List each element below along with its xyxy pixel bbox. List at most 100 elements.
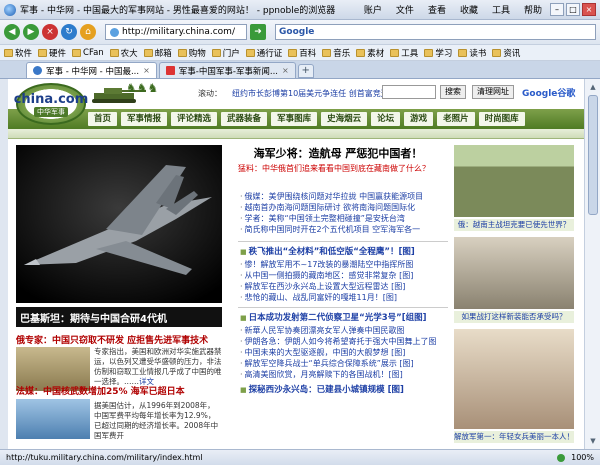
home-icon[interactable]: ⌂	[80, 24, 96, 40]
bookmark-folder[interactable]: CFan	[72, 48, 104, 58]
scroll-up-icon[interactable]: ▲	[587, 81, 599, 93]
news-list-1: 俄媒：美伊围绕核问题对华拉拢 中国赢获能源项目 越南首办南海问题国际研讨 欲将南…	[240, 191, 450, 235]
new-tab-icon[interactable]: +	[297, 64, 314, 78]
nav-history[interactable]: 史海烟云	[321, 112, 368, 126]
nav-games[interactable]: 游戏	[404, 112, 434, 126]
soldiers-photo[interactable]	[454, 237, 574, 309]
missile-thumbnail[interactable]	[16, 399, 90, 439]
tank-photo[interactable]	[454, 145, 574, 217]
section-headline-2[interactable]: 日本成功发射第二代侦察卫星“光学3号”[组图]	[240, 311, 427, 323]
ticker-link[interactable]: 纽约市长彭博第10届美元争连任 创首富竞选纪录	[232, 88, 405, 99]
search-input[interactable]: Google	[275, 24, 596, 40]
nav-forum[interactable]: 论坛	[371, 112, 401, 126]
right-caption-3[interactable]: 解放军第一：年轻女兵美丽一本人！	[454, 431, 574, 443]
folder-icon	[72, 48, 82, 57]
tab-close-icon[interactable]: ×	[282, 66, 289, 75]
forward-icon[interactable]: ▶	[23, 24, 39, 40]
main-subhead[interactable]: 猛料：中华俄首们追来看看中国到底在藏南做了什么？	[238, 163, 430, 174]
google-logo[interactable]: Google谷歌	[522, 86, 575, 99]
female-soldiers-photo[interactable]	[454, 329, 574, 429]
menu-help[interactable]: 帮助	[524, 3, 542, 16]
left-headline-1[interactable]: 俄专家：中国只窃取不研发 应拒售先进军事技术	[16, 333, 222, 346]
tab-military-news[interactable]: 军事-中国军事-军事新闻... ×	[158, 62, 296, 78]
folder-icon	[322, 48, 332, 57]
tab-strip: 军事 - 中华网 - 中国最... × 军事-中国军事-军事新闻... × +	[0, 61, 600, 79]
site-web-button[interactable]: 清理网址	[472, 85, 514, 99]
section-headline-3[interactable]: 探秘西沙永兴岛：已建县小城镇规模 [图]	[240, 383, 404, 395]
menu-favorites[interactable]: 收藏	[460, 3, 478, 16]
list-item[interactable]: 解放军在西沙永兴岛上设置大型远程雷达 [图]	[240, 281, 450, 292]
list-item[interactable]: 中国未来的大型驱逐舰，中国的大舰梦想 [图]	[240, 347, 450, 358]
bookmark-folder[interactable]: 门户	[211, 47, 240, 59]
nav-home[interactable]: 首页	[88, 112, 118, 126]
feature-caption[interactable]: 巴基斯坦：期待与中国合研4代机	[16, 307, 222, 327]
vertical-scrollbar[interactable]: ▲ ▼	[584, 79, 600, 449]
site-logo[interactable]: china.com 中华军事	[14, 83, 88, 125]
bookmark-folder[interactable]: 学习	[424, 47, 452, 59]
site-search-button[interactable]: 搜索	[440, 85, 466, 99]
go-icon[interactable]: ➜	[250, 24, 266, 40]
section-headline-1[interactable]: 秩飞推出“全材料”和低空版“全程鹰”！[图]	[240, 245, 415, 257]
bookmark-folder[interactable]: 素材	[356, 47, 384, 59]
tab-military-china[interactable]: 军事 - 中华网 - 中国最... ×	[26, 62, 157, 78]
list-item[interactable]: 简氏称中国同时开在2个五代机项目 空军海军各一	[240, 224, 450, 235]
site-search-input[interactable]	[382, 85, 436, 99]
fighter-jet-icon	[16, 145, 222, 303]
feature-image[interactable]	[16, 145, 222, 303]
list-item[interactable]: 新華人民军协奏团漂亮女军人弹奏中国民歌图	[240, 325, 450, 336]
soldiers-icon: ♞♞♞	[126, 81, 159, 95]
zoom-level[interactable]: 100%	[571, 453, 594, 462]
list-item[interactable]: 高清美图欣赏，月亮解赎下的各国战机！[图]	[240, 369, 450, 380]
scroll-down-icon[interactable]: ▼	[587, 435, 599, 447]
list-item[interactable]: 伊朗各急：伊朗人如今将希望寄托于强大中国舞上了图	[240, 336, 450, 347]
connection-icon	[557, 453, 566, 462]
nav-comments[interactable]: 评论精选	[171, 112, 218, 126]
bookmark-folder[interactable]: 工具	[390, 47, 418, 59]
bookmark-folder[interactable]: 音乐	[322, 47, 350, 59]
left-headline-2[interactable]: 法媒：中国核武数增加25% 海军已超日本	[16, 384, 222, 397]
refresh-icon[interactable]: ↻	[61, 24, 77, 40]
scroll-thumb[interactable]	[588, 95, 598, 215]
folder-icon	[492, 48, 502, 57]
tab-close-icon[interactable]: ×	[143, 66, 150, 75]
list-item[interactable]: 解放军空降兵战士“单兵综合保障系统”展示 [图]	[240, 358, 450, 369]
bookmark-folder[interactable]: 农大	[109, 47, 138, 59]
list-item[interactable]: 悲怆的藏山、战乱同富奸的嘎堆11月！[图]	[240, 292, 450, 303]
bookmark-folder[interactable]: 读书	[458, 47, 486, 59]
address-input[interactable]	[105, 24, 247, 40]
nav-gallery[interactable]: 军事图库	[271, 112, 318, 126]
main-headline[interactable]: 海军少将：造航母 严惩犯中国者！	[230, 145, 446, 161]
bookmark-folder[interactable]: 邮箱	[143, 47, 172, 59]
bookmarks-bar: 软件 硬件 CFan 农大 邮箱 购物 门户 通行证 百科 音乐 素材 工具 学…	[0, 44, 600, 61]
list-item[interactable]: 越南首办南海问题国际研讨 欲将南海问题国际化	[240, 202, 450, 213]
bookmark-folder[interactable]: 资讯	[492, 47, 520, 59]
right-caption-2[interactable]: 如果战打这样新装能否承受吗？	[454, 311, 574, 323]
window-controls: – □ ×	[550, 3, 596, 16]
menu-file[interactable]: 文件	[396, 3, 414, 16]
bookmark-folder[interactable]: 百科	[288, 47, 316, 59]
divider	[238, 241, 448, 242]
nav-intel[interactable]: 军事情报	[121, 112, 168, 126]
bookmark-folder[interactable]: 硬件	[38, 47, 66, 59]
bookmark-folder[interactable]: 购物	[177, 47, 206, 59]
bookmark-folder[interactable]: 通行证	[245, 47, 282, 59]
bookmark-folder[interactable]: 软件	[4, 47, 32, 59]
menu-account[interactable]: 账户	[364, 3, 382, 16]
menu-tools[interactable]: 工具	[492, 3, 510, 16]
stop-icon[interactable]: ×	[42, 24, 58, 40]
list-item[interactable]: 惨！解放军用不~17改装的暴潮陆空中指挥所图	[240, 259, 450, 270]
right-caption-1[interactable]: 俄：越南主战坦克要已使先世界？	[454, 219, 574, 231]
menu-view[interactable]: 查看	[428, 3, 446, 16]
favicon-icon	[33, 66, 42, 75]
list-item[interactable]: 学者：美称“中国领土完整相碰撞”是安抚台湾	[240, 213, 450, 224]
news-list-2: 惨！解放军用不~17改装的暴潮陆空中指挥所图 从中国一侧拍摄的藏南地区：感觉非常…	[240, 259, 450, 303]
nav-fashion[interactable]: 时尚图库	[478, 112, 525, 126]
maximize-icon[interactable]: □	[566, 3, 580, 16]
close-icon[interactable]: ×	[582, 3, 596, 16]
minimize-icon[interactable]: –	[550, 3, 564, 16]
list-item[interactable]: 从中国一侧拍摄的藏南地区：感觉非常复杂 [图]	[240, 270, 450, 281]
nav-old-photos[interactable]: 老照片	[437, 112, 475, 126]
back-icon[interactable]: ◀	[4, 24, 20, 40]
nav-weapons[interactable]: 武器装备	[221, 112, 268, 126]
list-item[interactable]: 俄媒：美伊围绕核问题对华拉拢 中国赢获能源项目	[240, 191, 450, 202]
